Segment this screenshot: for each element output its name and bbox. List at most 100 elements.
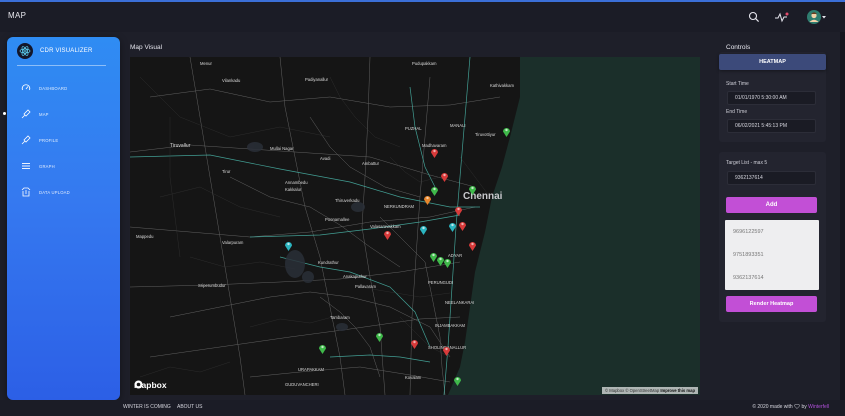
map-label: PUZHAL (405, 126, 422, 131)
map-pin-green[interactable] (375, 331, 384, 342)
map-pin-red[interactable] (458, 220, 467, 231)
map-label: Ambattur (362, 161, 379, 166)
sidebar-item-graph[interactable]: GRAPH (7, 153, 120, 179)
start-time-field[interactable]: 01/01/1970 5:30:00 AM (727, 91, 816, 105)
map-label: Pallavaram (355, 284, 376, 289)
map-pin-red[interactable] (468, 240, 477, 251)
sidebar-item-label: MAP (39, 111, 49, 117)
sidebar-item-label: GRAPH (39, 163, 55, 169)
render-heatmap-button[interactable]: Render Heatmap (726, 296, 817, 312)
copyright-by: by (801, 404, 807, 410)
footer-link-about[interactable]: ABOUT US (177, 404, 202, 410)
map-label: Anakaputhur (343, 274, 367, 279)
sidebar-item-data-upload[interactable]: DATA UPLOAD (7, 179, 120, 205)
sidebar-item-label: DATA UPLOAD (39, 189, 70, 195)
map-label: Poonamallee (325, 217, 350, 222)
sidebar-divider (17, 65, 106, 66)
map-label: Kakkalur (285, 187, 302, 192)
heatmap-button[interactable]: HEATMAP (719, 54, 826, 70)
map-attribution[interactable]: © Mapbox © OpenStreetMap Improve this ma… (602, 387, 698, 394)
lines-icon (21, 161, 31, 171)
map-label: Tiruvallur (170, 143, 191, 149)
map-label: INJAMBAKKAM (435, 323, 466, 328)
map-label: PERUNGUDI (428, 280, 454, 285)
map-label: Annambedu (285, 180, 308, 185)
map-pin-teal[interactable] (419, 224, 428, 235)
map-label: Menur (200, 61, 212, 66)
sidebar-item-map[interactable]: MAP (3, 101, 120, 127)
map-pin-orange[interactable] (423, 194, 432, 205)
map-section-title: Map Visual (130, 44, 163, 51)
map-pin-green[interactable] (443, 257, 452, 268)
top-bar: MAP (0, 0, 845, 32)
list-item[interactable]: 9696122597 (725, 220, 819, 243)
upload-icon (21, 187, 31, 197)
map-pin-red[interactable] (442, 345, 451, 356)
target-input[interactable]: 9362137614 (727, 171, 816, 185)
search-icon[interactable] (746, 8, 762, 26)
react-logo-icon (17, 43, 33, 59)
pin-icon (21, 135, 31, 145)
mapbox-icon (134, 380, 143, 389)
map-label: Tirur (222, 169, 231, 174)
activity-icon[interactable] (774, 8, 790, 26)
map-pin-red[interactable] (410, 338, 419, 349)
map-pin-red[interactable] (440, 171, 449, 182)
end-time-field[interactable]: 06/02/2021 5:45:13 PM (727, 119, 816, 133)
start-time-label: Start Time (726, 81, 749, 87)
active-indicator (3, 112, 6, 115)
sidebar-item-dashboard[interactable]: DASHBOARD (7, 75, 120, 101)
map-pin-green[interactable] (502, 126, 511, 137)
list-item[interactable]: 9751893351 (725, 243, 819, 266)
add-button[interactable]: Add (726, 197, 817, 213)
page-title: MAP (8, 11, 27, 20)
improve-map-link[interactable]: Improve this map (660, 388, 695, 393)
sidebar-item-profile[interactable]: PROFILE (7, 127, 120, 153)
map-label: Vilankadu (222, 78, 241, 83)
copyright: © 2020 made with by Winterfell (752, 404, 829, 410)
pin-icon (21, 109, 31, 119)
target-list-panel: Target List - max 5 9362137614 Add 96961… (719, 152, 826, 322)
attribution-text: © Mapbox © OpenStreetMap (605, 388, 660, 393)
map-label: Kundrathur (318, 260, 339, 265)
target-list: 9696122597 9751893351 9362137614 (725, 220, 819, 290)
map-label: Thiruverkadu (335, 198, 360, 203)
map-label: Tiruvottiyur (475, 132, 496, 137)
map-label: Tambaram (330, 315, 350, 320)
controls-panel: HEATMAP Start Time 01/01/1970 5:30:00 AM… (719, 52, 826, 142)
map-label: Mullai Nagar (270, 146, 294, 151)
map-pin-green[interactable] (318, 343, 327, 354)
map-label: NERKUNDRAM (384, 204, 415, 209)
map-pin-red[interactable] (454, 205, 463, 216)
controls-title: Controls (726, 44, 751, 51)
map-pin-red[interactable] (383, 229, 392, 240)
map-label: Kathivakkam (490, 83, 514, 88)
footer-link-winter[interactable]: WINTER IS COMING (123, 404, 171, 410)
map-pin-red[interactable] (430, 147, 439, 158)
map-label: MANALI (450, 123, 466, 128)
mapbox-logo[interactable]: mapbox (134, 380, 167, 390)
scrollbar[interactable] (840, 32, 845, 400)
map-canvas[interactable]: Menur Vilankadu Padiyanallur Pudupakkam … (130, 57, 700, 395)
map-label: URAPAKKAM (298, 367, 324, 372)
heart-icon (794, 404, 800, 410)
list-item[interactable]: 9362137614 (725, 266, 819, 289)
map-label: Avadi (320, 156, 331, 161)
map-label: Pudupakkam (412, 61, 437, 66)
target-list-label: Target List - max 5 (726, 160, 768, 166)
sidebar-item-label: DASHBOARD (39, 85, 68, 91)
brand[interactable]: CDR VISUALIZER (17, 43, 92, 59)
map-label: Valarpuram (222, 240, 244, 245)
map-pin-teal[interactable] (448, 221, 457, 232)
map-label: NEELANKARAI (445, 300, 475, 305)
avatar[interactable] (806, 8, 828, 26)
map-label: Padiyanallur (305, 77, 329, 82)
sidebar: CDR VISUALIZER DASHBOARD MAP PROFILE GRA… (3, 37, 120, 400)
brand-name: CDR VISUALIZER (40, 48, 93, 54)
map-pin-teal[interactable] (284, 240, 293, 251)
gauge-icon (21, 83, 31, 93)
map-pin-green[interactable] (468, 184, 477, 195)
brand-link[interactable]: Winterfell (808, 404, 829, 410)
copyright-text: © 2020 made with (752, 404, 793, 410)
map-pin-green[interactable] (453, 375, 462, 386)
